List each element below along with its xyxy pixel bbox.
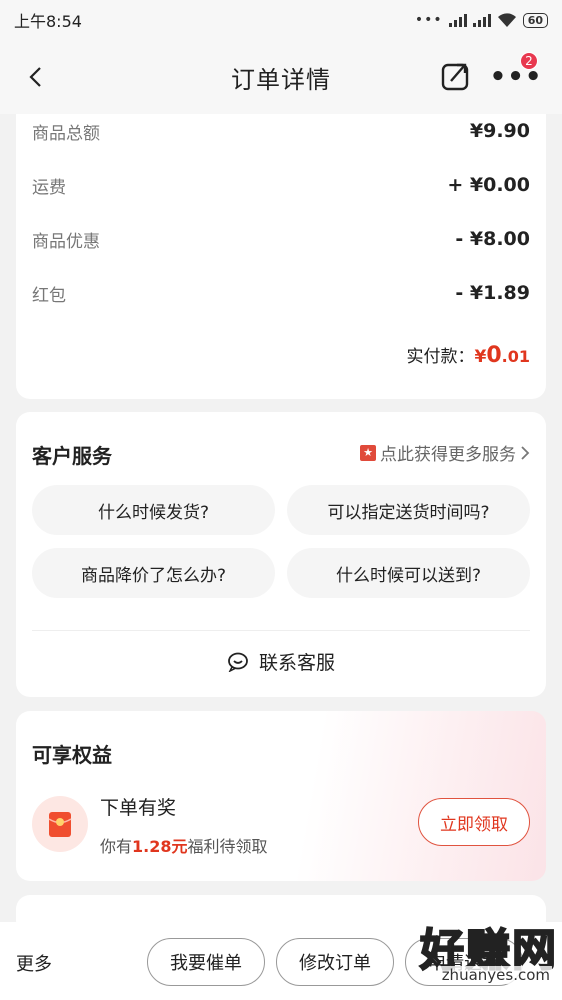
faq-button[interactable]: 什么时候可以送到? bbox=[287, 548, 530, 598]
contact-service-button[interactable]: 联系客服 bbox=[16, 648, 546, 675]
faq-button[interactable]: 可以指定送货时间吗? bbox=[287, 485, 530, 535]
red-packet-icon bbox=[32, 796, 88, 852]
desc-prefix: 你有 bbox=[100, 837, 133, 856]
wifi-icon bbox=[497, 13, 516, 27]
more-services-link[interactable]: ★ 点此获得更多服务 bbox=[360, 440, 530, 465]
price-value: + ¥0.00 bbox=[447, 174, 530, 196]
price-value: - ¥8.00 bbox=[455, 228, 530, 250]
claim-button[interactable]: 立即领取 bbox=[418, 798, 530, 846]
benefits-card: 可享权益 下单有奖 你有1.28元福利待领取 立即领取 bbox=[16, 711, 546, 881]
contact-label: 联系客服 bbox=[258, 652, 335, 674]
benefit-name: 下单有奖 bbox=[100, 797, 177, 819]
status-icons: ••• 60 bbox=[415, 12, 548, 28]
desc-amount: 1.28元 bbox=[132, 837, 188, 856]
watermark-url: zhuanyes.com bbox=[439, 966, 552, 984]
chevron-left-icon bbox=[29, 67, 41, 87]
price-value: - ¥1.89 bbox=[455, 282, 530, 304]
price-row: 运费 + ¥0.00 bbox=[32, 170, 530, 200]
price-summary-card: 商品总额 ¥9.90 运费 + ¥0.00 商品优惠 - ¥8.00 红包 - … bbox=[16, 114, 546, 399]
desc-suffix: 福利待领取 bbox=[187, 837, 268, 856]
share-icon[interactable] bbox=[440, 60, 472, 92]
customer-service-card: 客户服务 ★ 点此获得更多服务 什么时候发货? 可以指定送货时间吗? 商品降价了… bbox=[16, 412, 546, 697]
price-row: 商品优惠 - ¥8.00 bbox=[32, 224, 530, 254]
status-time: 上午8:54 bbox=[14, 12, 82, 31]
faq-button[interactable]: 什么时候发货? bbox=[32, 485, 275, 535]
total-currency: ¥ bbox=[474, 347, 487, 367]
nav-bar: 订单详情 ••• 2 bbox=[0, 40, 562, 114]
price-label: 商品优惠 bbox=[32, 231, 100, 252]
divider bbox=[32, 630, 530, 631]
notification-badge: 2 bbox=[520, 52, 538, 70]
signal-icon-2 bbox=[472, 13, 491, 27]
total-decimal: .01 bbox=[501, 347, 530, 366]
more-services-label: 点此获得更多服务 bbox=[380, 445, 516, 465]
status-bar: 上午8:54 ••• 60 bbox=[0, 0, 562, 40]
total-paid: 实付款： ¥0.01 bbox=[407, 342, 531, 368]
urge-order-button[interactable]: 我要催单 bbox=[147, 938, 265, 986]
price-label: 运费 bbox=[32, 177, 66, 198]
back-button[interactable] bbox=[18, 60, 52, 94]
total-value: ¥0.01 bbox=[475, 343, 531, 368]
watermark: 好赚网 zhuanyes.com bbox=[404, 912, 562, 1000]
price-label: 红包 bbox=[32, 285, 66, 306]
signal-icon bbox=[448, 13, 467, 27]
benefits-title: 可享权益 bbox=[32, 743, 112, 767]
star-flag-icon: ★ bbox=[360, 444, 376, 461]
benefit-description: 你有1.28元福利待领取 bbox=[100, 833, 268, 857]
price-value: ¥9.90 bbox=[469, 120, 530, 142]
total-label: 实付款： bbox=[406, 347, 475, 367]
notification-dots-icon: ••• bbox=[414, 12, 443, 28]
battery-icon: 60 bbox=[522, 12, 548, 28]
service-title: 客户服务 bbox=[32, 444, 112, 468]
page-title: 订单详情 bbox=[231, 65, 331, 94]
more-icon: ••• bbox=[489, 62, 543, 92]
price-label: 商品总额 bbox=[32, 123, 100, 144]
faq-button[interactable]: 商品降价了怎么办? bbox=[32, 548, 275, 598]
chevron-right-icon bbox=[521, 445, 530, 460]
modify-order-button[interactable]: 修改订单 bbox=[276, 938, 394, 986]
more-options-button[interactable]: ••• 2 bbox=[490, 52, 541, 92]
price-row: 商品总额 ¥9.90 bbox=[32, 116, 530, 146]
total-integer: 0 bbox=[486, 343, 502, 368]
chat-smile-icon bbox=[228, 652, 248, 672]
more-actions-button[interactable]: 更多 bbox=[16, 950, 52, 976]
price-row: 红包 - ¥1.89 bbox=[32, 278, 530, 308]
